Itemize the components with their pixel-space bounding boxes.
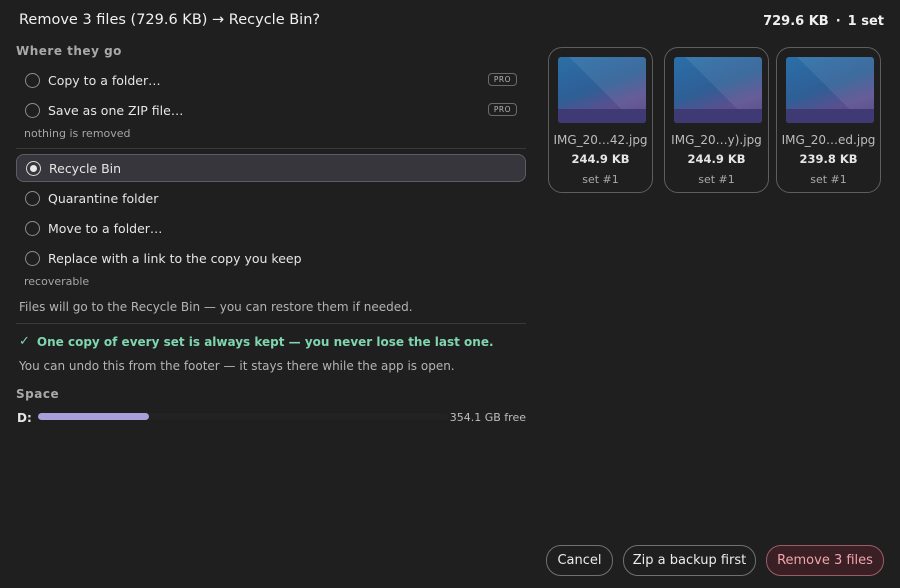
option-label: Move to a folder… [48,220,163,236]
drive-free-space: 354.1 GB free [449,411,526,424]
set-count: 1 set [847,14,884,29]
file-set: set #1 [582,173,619,186]
option-recycle-bin[interactable]: Recycle Bin [16,154,526,182]
image-thumbnail [786,57,874,123]
option-copy-to-folder[interactable]: Copy to a folder… PRO [16,66,526,94]
file-size: 244.9 KB [687,152,746,166]
file-card[interactable]: IMG_20…42.jpg 244.9 KB set #1 [548,47,653,193]
remove-files-button[interactable]: Remove 3 files [766,545,884,576]
file-size: 244.9 KB [571,152,630,166]
drive-usage-bar [38,413,448,420]
radio-icon[interactable] [25,72,40,88]
option-label: Replace with a link to the copy you keep [48,250,302,266]
radio-icon[interactable] [25,220,40,236]
selection-summary: 729.6 KB · 1 set [763,14,884,29]
pro-badge: PRO [487,73,517,86]
file-name: IMG_20…ed.jpg [781,133,876,147]
file-set: set #1 [810,173,847,186]
radio-icon[interactable] [25,250,40,266]
file-name: IMG_20…y).jpg [671,133,762,147]
radio-icon[interactable] [25,190,40,206]
option-save-zip[interactable]: Save as one ZIP file… PRO [16,96,526,124]
radio-selected-icon[interactable] [26,160,41,176]
cancel-button[interactable]: Cancel [546,545,613,576]
undo-note: You can undo this from the footer — it s… [19,359,455,373]
check-icon: ✓ [19,334,30,349]
option-replace-with-link[interactable]: Replace with a link to the copy you keep [16,244,526,272]
drive-usage-fill [38,413,149,420]
destination-description: Files will go to the Recycle Bin — you c… [19,300,413,314]
option-label: Copy to a folder… [48,72,161,88]
divider [16,148,526,149]
image-thumbnail [674,57,762,123]
file-set: set #1 [698,173,735,186]
divider [16,323,526,324]
recoverable-note: recoverable [24,275,90,288]
copy-note: nothing is removed [24,127,131,140]
option-move-to-folder[interactable]: Move to a folder… [16,214,526,242]
where-heading: Where they go [16,44,122,58]
safety-message: ✓ One copy of every set is always kept —… [19,334,494,349]
file-card[interactable]: IMG_20…ed.jpg 239.8 KB set #1 [776,47,881,193]
safety-text: One copy of every set is always kept — y… [36,334,494,349]
zip-backup-button[interactable]: Zip a backup first [623,545,756,576]
pro-badge: PRO [487,103,517,116]
image-thumbnail [558,57,646,123]
file-name: IMG_20…42.jpg [553,133,648,147]
summary-separator: · [835,14,841,29]
file-size: 239.8 KB [799,152,858,166]
total-size: 729.6 KB [763,14,829,29]
space-heading: Space [16,387,60,401]
dialog-title: Remove 3 files (729.6 KB) → Recycle Bin? [19,12,321,28]
option-label: Save as one ZIP file… [48,102,184,118]
file-card[interactable]: IMG_20…y).jpg 244.9 KB set #1 [664,47,769,193]
remove-files-dialog: Remove 3 files (729.6 KB) → Recycle Bin?… [0,0,900,588]
drive-label: D: [17,411,32,425]
option-label: Recycle Bin [49,160,122,176]
option-label: Quarantine folder [48,190,159,206]
radio-icon[interactable] [25,102,40,118]
option-quarantine-folder[interactable]: Quarantine folder [16,184,526,212]
